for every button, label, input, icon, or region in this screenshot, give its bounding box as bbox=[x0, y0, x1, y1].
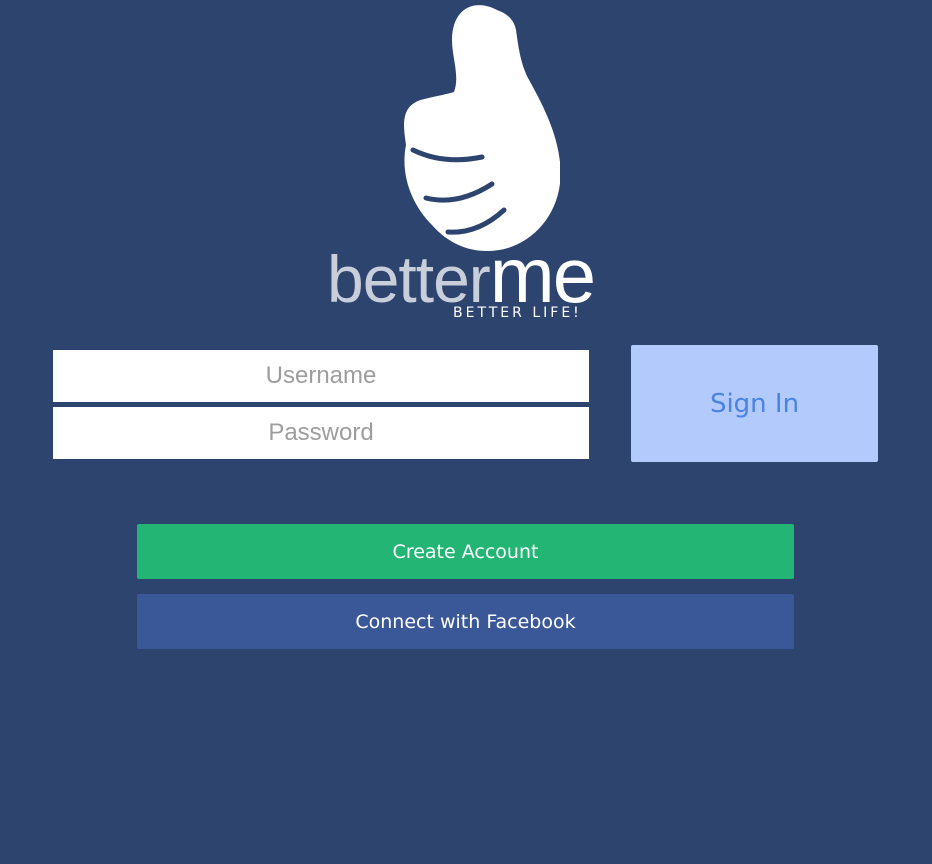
password-input[interactable] bbox=[53, 407, 589, 459]
wordmark: betterme bbox=[327, 236, 596, 316]
app-logo: betterme BETTER LIFE! bbox=[320, 0, 620, 330]
thumbs-up-icon bbox=[404, 5, 560, 251]
tagline: BETTER LIFE! bbox=[453, 305, 582, 321]
sign-in-button[interactable]: Sign In bbox=[631, 345, 878, 462]
connect-facebook-button[interactable]: Connect with Facebook bbox=[137, 594, 794, 649]
username-input[interactable] bbox=[53, 350, 589, 402]
create-account-button[interactable]: Create Account bbox=[137, 524, 794, 579]
